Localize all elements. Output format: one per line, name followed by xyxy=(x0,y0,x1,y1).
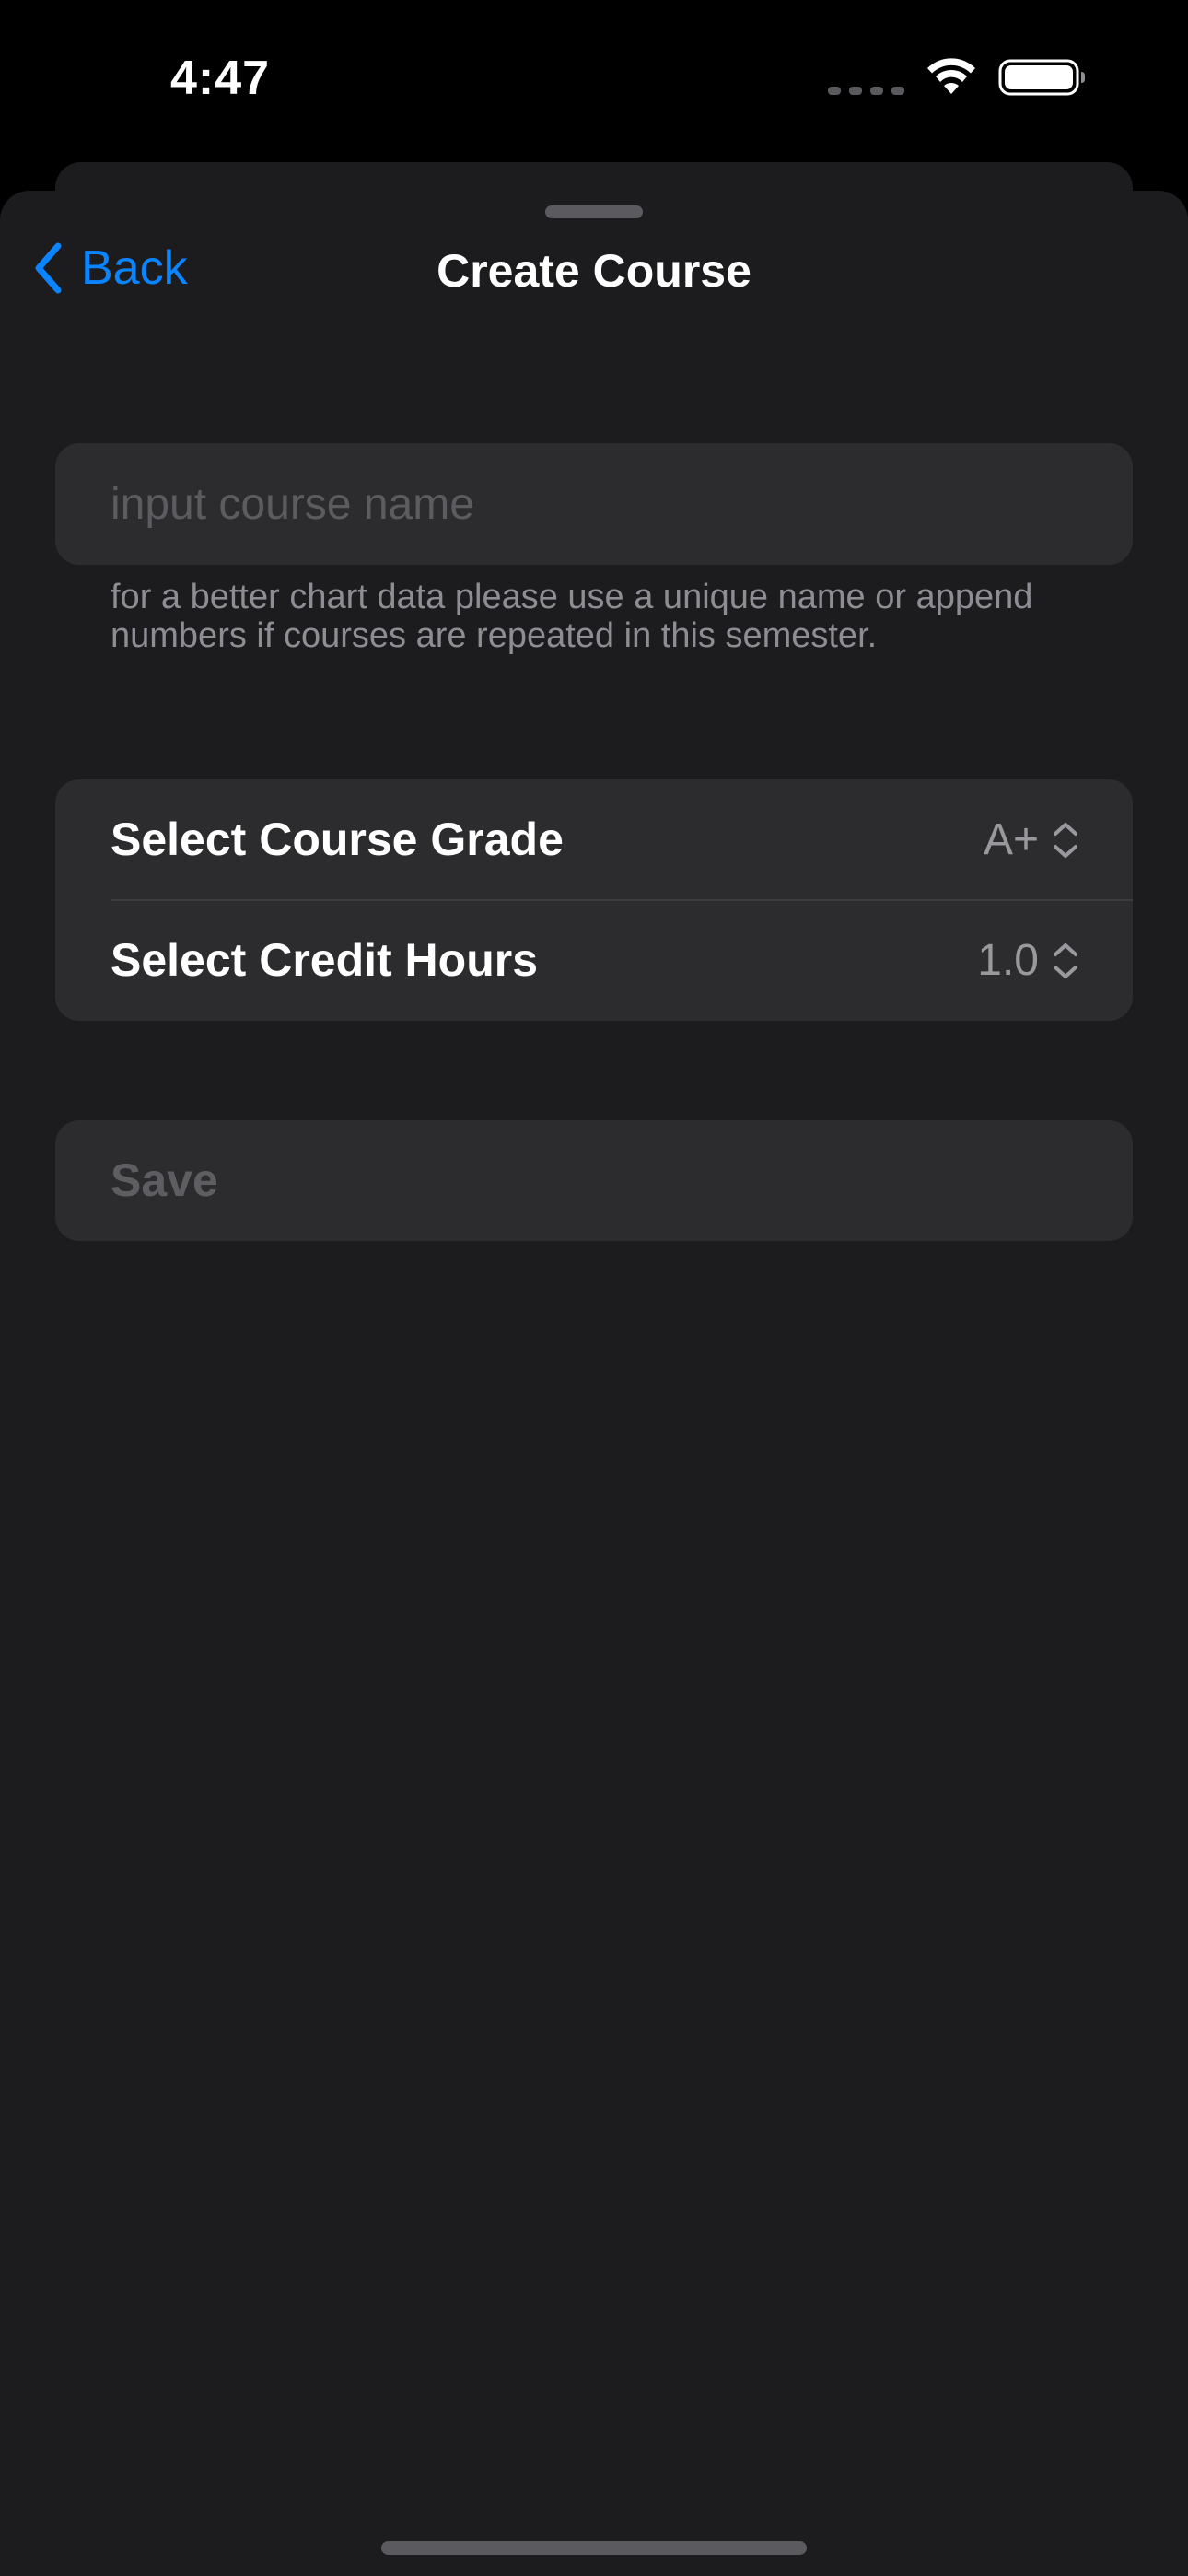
course-grade-label: Select Course Grade xyxy=(111,814,564,865)
credit-hours-picker[interactable]: Select Credit Hours 1.0 xyxy=(55,900,1133,1021)
course-grade-picker[interactable]: Select Course Grade A+ xyxy=(55,779,1133,901)
screen: 4:47 Back Create Course for a be xyxy=(0,0,1188,2576)
chevron-up-down-icon xyxy=(1054,822,1077,858)
status-time: 4:47 xyxy=(170,52,271,105)
save-label: Save xyxy=(111,1154,218,1206)
create-course-sheet: Back Create Course for a better chart da… xyxy=(0,191,1188,2576)
course-name-footnote: for a better chart data please use a uni… xyxy=(111,578,1033,655)
course-options-card: Select Course Grade A+ Select Credit Hou… xyxy=(55,779,1133,1021)
sheet-grabber[interactable] xyxy=(545,205,643,218)
course-grade-value-wrap[interactable]: A+ xyxy=(984,779,1079,900)
battery-icon xyxy=(998,59,1085,96)
course-name-input[interactable] xyxy=(111,443,1096,565)
save-button[interactable]: Save xyxy=(55,1120,1133,1241)
credit-hours-value-wrap[interactable]: 1.0 xyxy=(977,900,1079,1021)
credit-hours-label: Select Credit Hours xyxy=(111,934,539,986)
home-indicator xyxy=(381,2541,807,2555)
page-title: Create Course xyxy=(437,245,751,297)
course-name-card xyxy=(55,443,1133,565)
credit-hours-value: 1.0 xyxy=(977,936,1039,985)
cellular-signal-icon xyxy=(828,58,904,97)
chevron-up-down-icon xyxy=(1054,943,1077,978)
wifi-icon xyxy=(927,58,975,94)
course-grade-value: A+ xyxy=(983,815,1039,864)
status-icons xyxy=(828,57,1087,98)
